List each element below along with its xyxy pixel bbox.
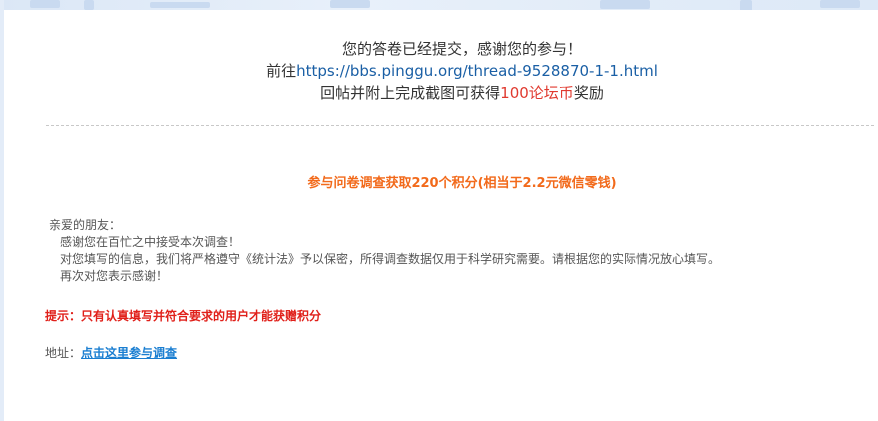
address-line: 地址：点击这里参与调查	[45, 344, 177, 361]
forum-link-line: 前往https://bbs.pinggu.org/thread-9528870-…	[0, 60, 878, 82]
survey-letter: 亲爱的朋友： 感谢您在百忙之中接受本次调查！ 对您填写的信息，我们将严格遵守《统…	[49, 217, 849, 285]
banner-decoration	[330, 0, 370, 8]
dashed-divider	[46, 125, 874, 126]
participate-survey-link[interactable]: 点击这里参与调查	[81, 346, 177, 360]
hint-text: 提示：只有认真填写并符合要求的用户才能获赠积分	[45, 309, 322, 323]
letter-line: 再次对您表示感谢！	[60, 269, 169, 283]
submission-thanks: 您的答卷已经提交，感谢您的参与！	[341, 40, 582, 58]
reward-amount: 100论坛币	[500, 84, 574, 102]
banner-decoration	[30, 0, 60, 8]
letter-greeting: 亲爱的朋友：	[49, 218, 122, 232]
banner-decoration	[820, 0, 860, 8]
banner-decoration	[84, 0, 94, 10]
points-title: 参与问卷调查获取220个积分(相当于2.2元微信零钱)	[307, 176, 617, 191]
submission-message: 您的答卷已经提交，感谢您的参与！ 前往https://bbs.pinggu.or…	[0, 38, 878, 104]
banner-decoration	[150, 2, 210, 8]
address-label: 地址：	[45, 346, 82, 360]
letter-line: 感谢您在百忙之中接受本次调查！	[60, 235, 241, 249]
page: 您的答卷已经提交，感谢您的参与！ 前往https://bbs.pinggu.or…	[0, 0, 878, 421]
letter-line: 对您填写的信息，我们将严格遵守《统计法》予以保密，所得调查数据仅用于科学研究需要…	[60, 252, 721, 266]
banner-decoration	[600, 0, 650, 9]
forum-link-prefix: 前往	[266, 62, 297, 80]
forum-thread-link[interactable]: https://bbs.pinggu.org/thread-9528870-1-…	[296, 62, 658, 80]
reward-line: 回帖并附上完成截图可获得100论坛币奖励	[0, 82, 878, 104]
reward-suffix: 奖励	[573, 84, 604, 102]
reward-prefix: 回帖并附上完成截图可获得	[320, 84, 501, 102]
